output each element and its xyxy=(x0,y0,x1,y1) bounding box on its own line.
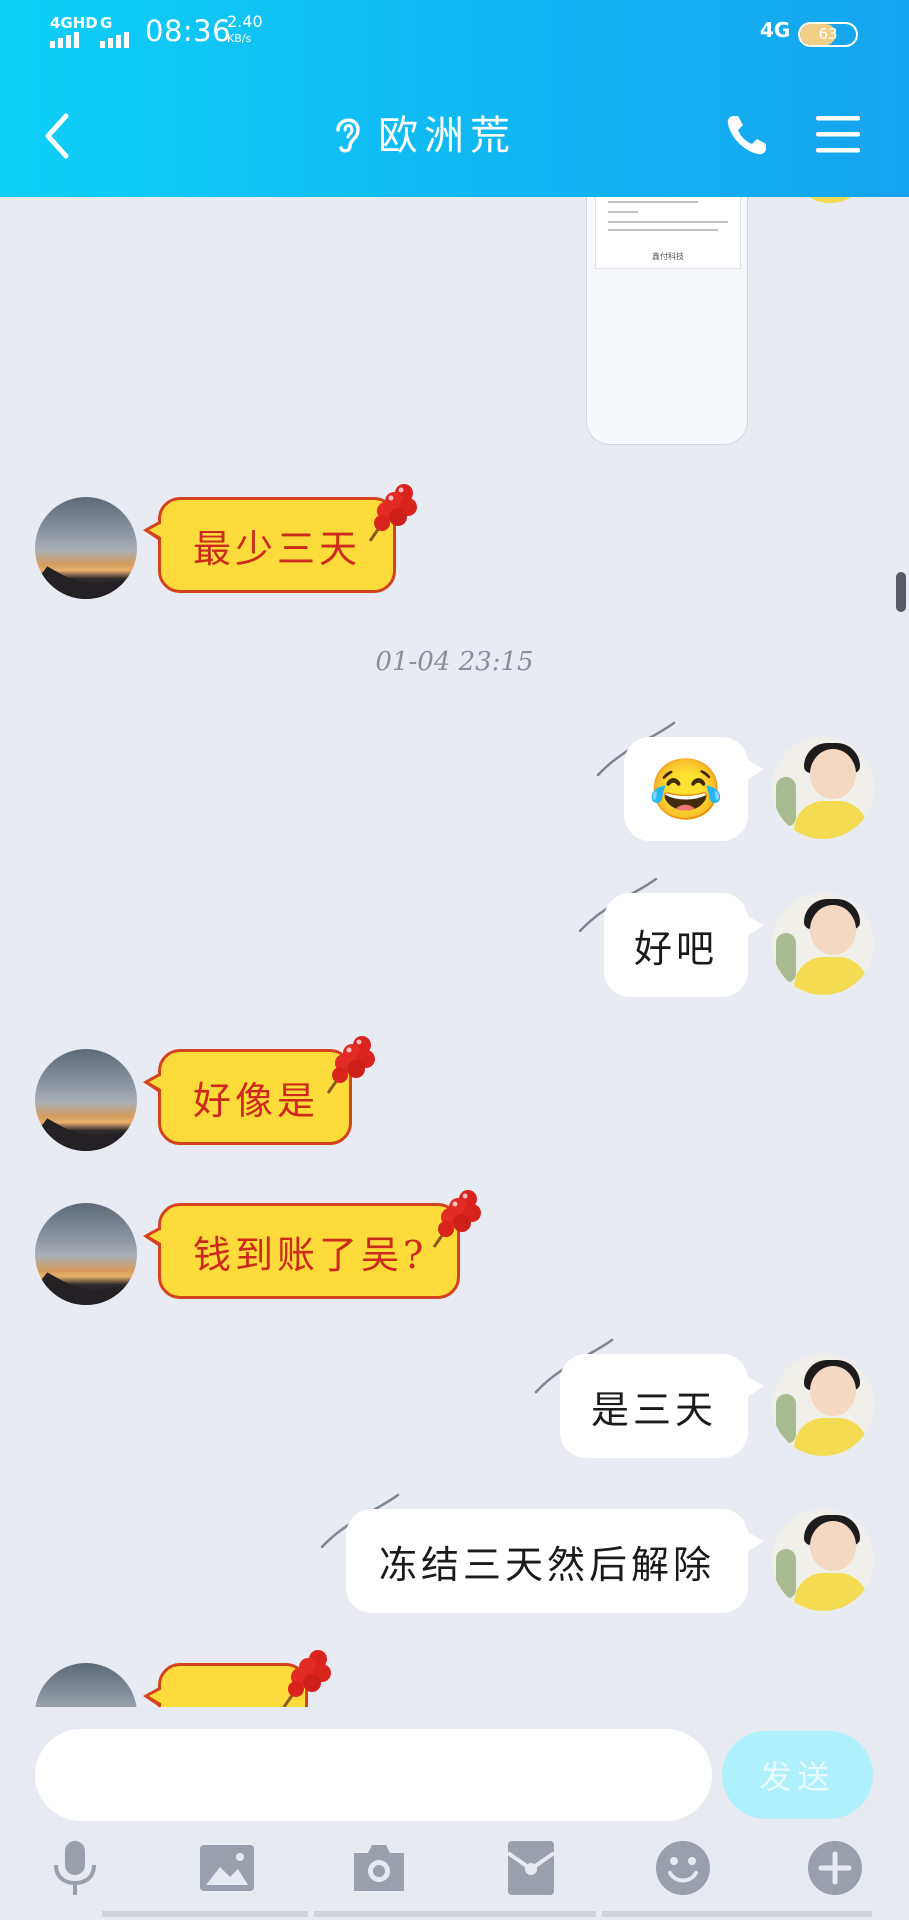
avatar-contact[interactable] xyxy=(35,497,137,599)
network-type-label: 4GHD xyxy=(50,14,98,32)
emoji-icon[interactable] xyxy=(652,1837,714,1899)
message-bubble[interactable]: 是三天 xyxy=(560,1354,764,1458)
network-speed-value: 2.40 xyxy=(227,12,263,31)
message-text: 好吧 xyxy=(634,926,719,971)
status-bar: 4GHD G 08:36 2.40 KB/s 4G 63 xyxy=(0,0,909,70)
microphone-icon[interactable] xyxy=(44,1837,106,1899)
input-bar: 发送 xyxy=(0,1707,909,1920)
signal-bars-2-icon xyxy=(100,32,129,48)
ear-icon xyxy=(336,118,360,153)
message-text: 钱到账了吴? xyxy=(193,1232,428,1277)
back-arrow-icon[interactable] xyxy=(36,110,84,162)
timestamp-divider: 01-04 23:15 xyxy=(375,647,534,677)
avatar-contact[interactable] xyxy=(35,1663,137,1707)
scrollbar-handle[interactable] xyxy=(896,572,906,612)
signal-bars-icon xyxy=(50,32,79,48)
menu-icon[interactable] xyxy=(814,112,862,156)
receipt-image-bubble[interactable]: 鑫付科技 xyxy=(586,197,748,445)
panel-indicator xyxy=(314,1911,596,1917)
image-icon[interactable] xyxy=(196,1837,258,1899)
plus-icon[interactable] xyxy=(804,1837,866,1899)
message-list[interactable]: 鑫付科技 最少三天 01-04 23:15 😂 好吧 好像是 钱到账了吴? 是三… xyxy=(0,197,909,1707)
send-button[interactable]: 发送 xyxy=(722,1731,873,1819)
red-packet-icon[interactable] xyxy=(500,1837,562,1899)
message-bubble[interactable]: 好吧 xyxy=(604,893,764,997)
message-text: 好像是 xyxy=(193,1078,320,1123)
message-sent: 是三天 xyxy=(0,1338,909,1464)
network-4g-label: 4G xyxy=(760,18,791,42)
message-sent: 冻结三天然后解除 xyxy=(0,1493,909,1619)
candied-haws-icon xyxy=(282,1650,331,1707)
message-text: 冻结三天然后解除 xyxy=(378,1542,715,1587)
avatar-self-partial[interactable] xyxy=(790,197,870,203)
avatar-contact[interactable] xyxy=(35,1203,137,1305)
candied-haws-icon xyxy=(432,1190,481,1248)
network-type-label-2: G xyxy=(100,14,113,32)
message-text: 是三天 xyxy=(590,1387,717,1432)
avatar-self[interactable] xyxy=(772,1354,874,1456)
chat-title: 欧洲荒 xyxy=(378,113,516,159)
panel-indicator xyxy=(602,1911,872,1917)
chat-header: 4GHD G 08:36 2.40 KB/s 4G 63 欧洲荒 xyxy=(0,0,909,197)
phone-call-icon[interactable] xyxy=(722,110,772,160)
panel-indicator xyxy=(102,1911,308,1917)
message-bubble[interactable]: 😂 xyxy=(624,737,764,841)
receipt-image: 鑫付科技 xyxy=(595,197,741,269)
message-sent: 😂 xyxy=(0,721,909,847)
message-received: 好像是 xyxy=(0,1036,909,1159)
input-toolbar xyxy=(0,1837,909,1917)
message-sent: 好吧 xyxy=(0,877,909,1003)
nav-bar: 欧洲荒 xyxy=(0,90,909,180)
camera-icon[interactable] xyxy=(348,1837,410,1899)
message-bubble[interactable]: 钱到账了吴? xyxy=(143,1203,460,1299)
emoji-laughing-icon: 😂 xyxy=(648,754,724,825)
network-speed-unit: KB/s xyxy=(227,32,252,45)
avatar-self[interactable] xyxy=(772,893,874,995)
chat-title-group[interactable]: 欧洲荒 xyxy=(330,102,516,162)
message-received: 最少三天 xyxy=(0,484,909,607)
message-received-partial xyxy=(0,1650,909,1707)
battery-icon: 63 xyxy=(798,22,858,47)
battery-level-text: 63 xyxy=(818,25,838,43)
candied-haws-icon xyxy=(326,1036,375,1094)
message-received: 钱到账了吴? xyxy=(0,1190,909,1313)
status-time: 08:36 xyxy=(145,14,232,48)
message-image-receipt: 鑫付科技 xyxy=(0,197,909,447)
avatar-contact[interactable] xyxy=(35,1049,137,1151)
receipt-sign-text: 鑫付科技 xyxy=(652,252,684,261)
avatar-self[interactable] xyxy=(772,1509,874,1611)
message-bubble[interactable]: 冻结三天然后解除 xyxy=(346,1509,764,1613)
candied-haws-icon xyxy=(368,484,417,542)
network-speed: 2.40 KB/s xyxy=(227,13,263,47)
avatar-self[interactable] xyxy=(772,737,874,839)
message-text: 最少三天 xyxy=(193,526,362,571)
message-input[interactable] xyxy=(35,1729,712,1821)
